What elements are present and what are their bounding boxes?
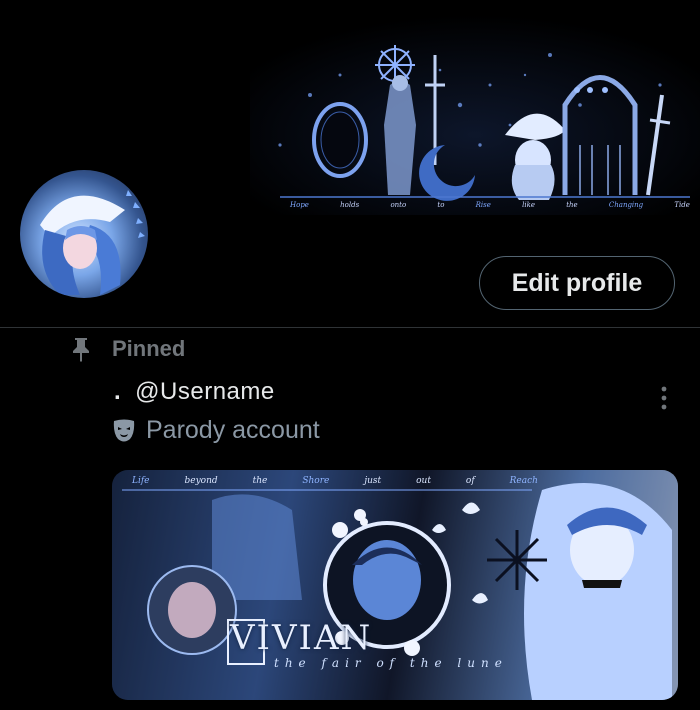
more-vertical-icon[interactable] — [654, 384, 674, 412]
banner-word: Changing — [608, 201, 644, 209]
media-title: VIVIAN — [230, 618, 373, 658]
media-word: out — [416, 476, 431, 486]
banner-artwork — [250, 15, 700, 215]
profile-page: Hope holds onto to Rise like the Changin… — [0, 0, 700, 710]
media-subtitle: the fair of the lune — [274, 656, 508, 670]
pinned-label: Pinned — [112, 336, 186, 361]
banner-word: onto — [390, 201, 407, 209]
banner-word: like — [522, 201, 535, 209]
parody-text: Parody account — [146, 416, 320, 444]
media-word: the — [252, 476, 268, 486]
tweet-author[interactable]: . @Username — [114, 378, 275, 406]
media-caption: Life beyond the Shore just out of Reach — [132, 476, 538, 486]
profile-banner[interactable]: Hope holds onto to Rise like the Changin… — [250, 15, 700, 215]
section-divider — [0, 327, 700, 328]
theater-mask-icon — [113, 419, 135, 441]
banner-word: the — [566, 201, 578, 209]
banner-word: Hope — [290, 201, 309, 209]
pinned-indicator: Pinned — [70, 334, 185, 364]
media-word: Life — [132, 476, 150, 486]
parody-account-label: Parody account — [112, 416, 320, 445]
bullet-dot: . — [114, 378, 122, 405]
username[interactable]: @Username — [135, 378, 275, 406]
avatar-artwork — [40, 190, 145, 295]
banner-word: to — [437, 201, 445, 209]
banner-caption: Hope holds onto to Rise like the Changin… — [290, 201, 690, 209]
media-word: Shore — [302, 476, 330, 486]
banner-word: Rise — [475, 201, 491, 209]
avatar[interactable] — [20, 170, 148, 298]
media-word: beyond — [184, 476, 218, 486]
media-word: just — [364, 476, 382, 486]
edit-profile-button[interactable]: Edit profile — [479, 256, 675, 310]
banner-word: Tide — [674, 201, 690, 209]
banner-word: holds — [340, 201, 360, 209]
media-word: Reach — [509, 476, 538, 486]
pin-icon — [73, 338, 89, 362]
media-word: of — [465, 476, 475, 486]
tweet-media-image[interactable]: Life beyond the Shore just out of Reach … — [112, 470, 678, 700]
